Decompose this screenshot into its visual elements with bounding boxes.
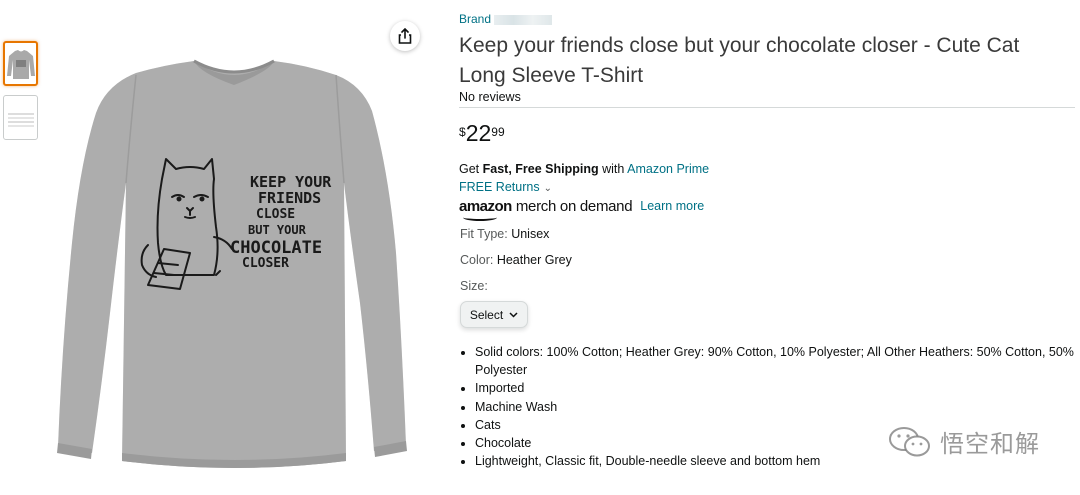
free-returns-label[interactable]: FREE Returns xyxy=(459,180,540,194)
amazon-smile-icon xyxy=(463,214,497,221)
price-fraction: 99 xyxy=(491,125,505,139)
shipping-prefix: Get xyxy=(459,162,483,176)
amazon-logo: amazon xyxy=(459,197,512,221)
amazon-prime-link[interactable]: Amazon Prime xyxy=(627,162,709,176)
size-label: Size: xyxy=(460,279,488,293)
merch-on-demand: amazon merch on demand Learn more xyxy=(459,196,704,221)
size-chart-thumb-icon xyxy=(7,112,34,127)
product-title: Keep your friends close but your chocola… xyxy=(459,34,1020,87)
print-line: CLOSE xyxy=(256,207,295,222)
share-button[interactable] xyxy=(390,21,420,51)
shipping-info: Get Fast, Free Shipping with Amazon Prim… xyxy=(459,162,709,176)
brand-name-redacted xyxy=(494,14,553,25)
shipping-mid: with xyxy=(598,162,628,176)
size-option: Size: xyxy=(460,279,488,293)
watermark: 悟空和解 xyxy=(888,424,1040,459)
reviews-text: No reviews xyxy=(459,90,521,104)
size-select-value[interactable]: Select xyxy=(470,308,503,322)
product-image[interactable]: KEEP YOUR FRIENDS CLOSE BUT YOUR CHOCOLA… xyxy=(44,13,430,490)
color-label: Color: xyxy=(460,253,494,267)
learn-more-link[interactable]: Learn more xyxy=(640,199,704,213)
print-line: FRIENDS xyxy=(258,189,321,207)
feature-bullet: Imported xyxy=(475,379,1080,397)
price-symbol: $ xyxy=(459,125,466,139)
shipping-bold: Fast, Free Shipping xyxy=(482,162,599,176)
fit-type-label: Fit Type: xyxy=(460,227,508,241)
print-line: CLOSER xyxy=(242,256,289,271)
size-select-dropdown[interactable]: Select xyxy=(460,301,528,328)
fit-type-value: Unisex xyxy=(511,227,550,241)
shirt-thumb-icon xyxy=(6,49,35,79)
divider xyxy=(459,107,1075,108)
free-returns-link[interactable]: FREE Returns ⌄ xyxy=(459,180,552,194)
brand-label[interactable]: Brand xyxy=(459,12,491,26)
color-value: Heather Grey xyxy=(496,253,572,267)
chevron-down-icon xyxy=(509,311,518,318)
thumbnail-strip xyxy=(3,41,40,149)
thumbnail-size-chart[interactable] xyxy=(3,95,38,140)
amazon-logo-text: amazon xyxy=(459,197,512,215)
feature-bullet: Solid colors: 100% Cotton; Heather Grey:… xyxy=(475,343,1080,379)
merch-label: merch on demand xyxy=(515,197,633,215)
wechat-icon xyxy=(889,426,930,456)
color-option: Color: Heather Grey xyxy=(460,253,572,267)
chevron-down-icon: ⌄ xyxy=(543,183,552,194)
fit-type: Fit Type: Unisex xyxy=(460,227,549,241)
print-line: BUT YOUR xyxy=(248,223,307,237)
watermark-text: 悟空和解 xyxy=(940,431,1040,458)
share-icon xyxy=(398,28,412,44)
feature-bullet: Machine Wash xyxy=(475,398,1080,416)
price-whole: 22 xyxy=(465,120,492,146)
price: $2299 xyxy=(459,122,505,145)
thumbnail-shirt[interactable] xyxy=(3,41,38,86)
long-sleeve-shirt-image: KEEP YOUR FRIENDS CLOSE BUT YOUR CHOCOLA… xyxy=(57,59,407,468)
brand-link[interactable]: Brand xyxy=(459,12,553,26)
print-line: CHOCOLATE xyxy=(230,238,322,258)
